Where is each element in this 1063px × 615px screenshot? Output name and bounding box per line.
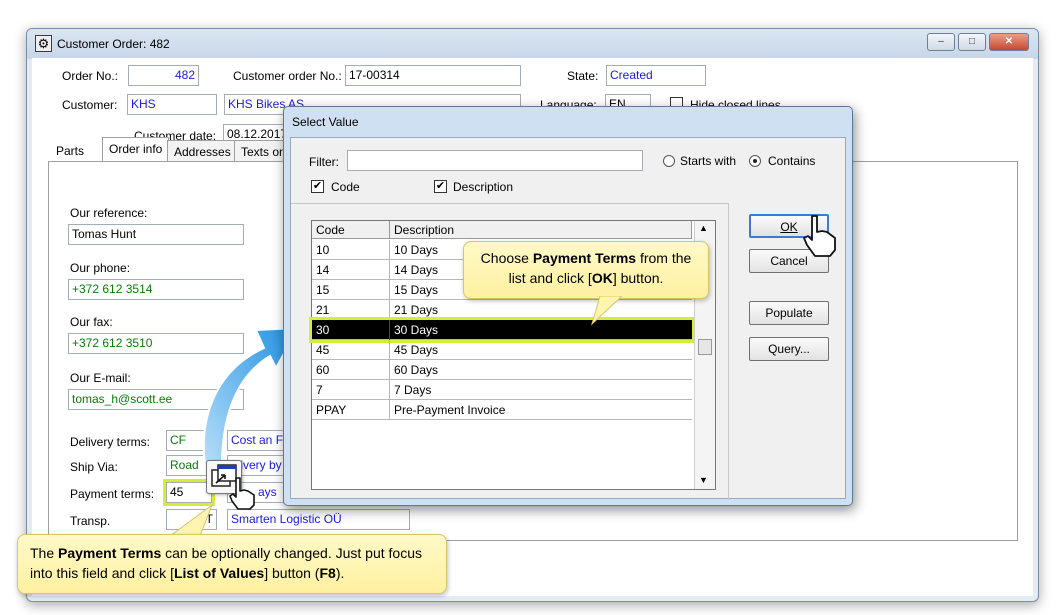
tab-parts[interactable]: Parts <box>50 140 90 162</box>
table-row[interactable]: 60 60 Days <box>312 360 692 380</box>
bottom-callout-pointer <box>168 503 214 537</box>
column-header-code[interactable]: Code <box>312 221 390 239</box>
maximize-button[interactable]: □ <box>958 33 986 51</box>
bottom-callout-text-3: ] button ( <box>264 565 320 581</box>
top-callout-text-1: Choose <box>480 250 533 266</box>
cell-code: 60 <box>312 360 390 380</box>
our-reference-field[interactable]: Tomas Hunt <box>68 224 244 245</box>
state-field[interactable]: Created <box>606 65 706 86</box>
description-checkbox-label: Description <box>453 180 514 194</box>
table-row[interactable]: 21 21 Days <box>312 300 692 320</box>
code-checkbox-label: Code <box>331 180 360 194</box>
dialog-title: Select Value <box>292 115 359 129</box>
select-value-dialog: Select Value Filter: Starts with Contain… <box>283 106 853 506</box>
ok-button-label: OK <box>780 220 798 234</box>
bottom-callout-bold-1: Payment Terms <box>58 545 162 561</box>
transport-label: Transp. <box>70 514 111 528</box>
cell-code: 30 <box>312 320 390 340</box>
cell-code: 15 <box>312 280 390 300</box>
payment-terms-label: Payment terms: <box>70 487 155 501</box>
cell-description: 7 Days <box>394 383 432 397</box>
cell-description: Pre-Payment Invoice <box>394 403 506 417</box>
customer-order-no-field[interactable]: 17-00314 <box>345 65 521 86</box>
customer-label: Customer: <box>62 98 118 112</box>
table-row[interactable]: 30 30 Days <box>309 317 695 343</box>
bottom-callout-text-4: ). <box>335 565 345 581</box>
title-bar[interactable]: ⚙ Customer Order: 482 – □ ✕ <box>27 29 1038 59</box>
populate-button[interactable]: Populate <box>749 301 829 325</box>
contains-radio[interactable] <box>749 155 761 167</box>
bottom-callout-bold-2: List of Values <box>173 565 265 581</box>
scroll-thumb[interactable] <box>698 339 712 355</box>
close-button[interactable]: ✕ <box>989 33 1029 51</box>
starts-with-radio[interactable] <box>663 155 675 167</box>
top-callout-pointer <box>591 296 623 326</box>
scroll-down-icon[interactable]: ▼ <box>699 475 708 485</box>
tab-addresses[interactable]: Addresses <box>167 140 238 162</box>
filter-input[interactable] <box>347 150 643 171</box>
hand-cursor-icon <box>229 477 255 510</box>
cell-code: 14 <box>312 260 390 280</box>
filter-label: Filter: <box>309 155 339 169</box>
scroll-up-icon[interactable]: ▲ <box>699 223 708 233</box>
window-title: Customer Order: 482 <box>57 37 170 51</box>
hand-cursor-icon <box>803 215 836 257</box>
dialog-client-area: Filter: Starts with Contains ✔ Code ✔ De… <box>290 137 846 500</box>
transport-desc-field[interactable]: Smarten Logistic OÜ <box>227 509 410 530</box>
top-callout-text-3: ] button. <box>612 270 664 286</box>
bottom-callout: The Payment Terms can be optionally chan… <box>17 534 447 594</box>
top-callout-bold-1: Payment Terms <box>532 250 637 266</box>
description-checkbox[interactable]: ✔ <box>434 180 447 193</box>
bottom-callout-text-1: The <box>30 545 59 561</box>
bottom-callout-bold-3: F8 <box>319 565 336 581</box>
table-row[interactable]: 45 45 Days <box>312 340 692 360</box>
app-icon: ⚙ <box>35 35 52 52</box>
our-email-label: Our E-mail: <box>70 371 131 385</box>
cell-code: 21 <box>312 300 390 320</box>
top-callout-bold-2: OK <box>591 270 613 286</box>
cell-description: 60 Days <box>394 363 439 377</box>
cell-description: 30 Days <box>394 323 439 337</box>
our-reference-label: Our reference: <box>70 206 148 220</box>
cell-code: 7 <box>312 380 390 400</box>
our-phone-label: Our phone: <box>70 261 131 275</box>
tab-order-info[interactable]: Order info <box>102 137 170 162</box>
customer-order-no-label: Customer order No.: <box>233 69 342 83</box>
table-row[interactable]: 7 7 Days <box>312 380 692 400</box>
code-checkbox[interactable]: ✔ <box>311 180 324 193</box>
query-button[interactable]: Query... <box>749 337 829 361</box>
order-no-field[interactable]: 482 <box>128 65 199 86</box>
top-callout: Choose Payment Terms from the list and c… <box>463 241 709 299</box>
minimize-button[interactable]: – <box>927 33 955 51</box>
customer-code-field[interactable]: KHS <box>127 94 217 115</box>
starts-with-label: Starts with <box>680 154 737 168</box>
column-header-description[interactable]: Description <box>390 221 692 239</box>
cell-code: 45 <box>312 340 390 360</box>
table-row[interactable]: PPAY Pre-Payment Invoice <box>312 400 692 420</box>
ship-via-label: Ship Via: <box>70 460 118 474</box>
order-no-label: Order No.: <box>62 69 119 83</box>
contains-label: Contains <box>768 154 816 168</box>
cell-code: 10 <box>312 240 390 260</box>
our-fax-label: Our fax: <box>70 315 113 329</box>
state-label: State: <box>567 69 599 83</box>
our-phone-field[interactable]: +372 612 3514 <box>68 279 244 300</box>
cell-code: PPAY <box>312 400 390 420</box>
cell-description: 45 Days <box>394 343 439 357</box>
delivery-terms-label: Delivery terms: <box>70 435 151 449</box>
cell-description: 21 Days <box>394 303 439 317</box>
